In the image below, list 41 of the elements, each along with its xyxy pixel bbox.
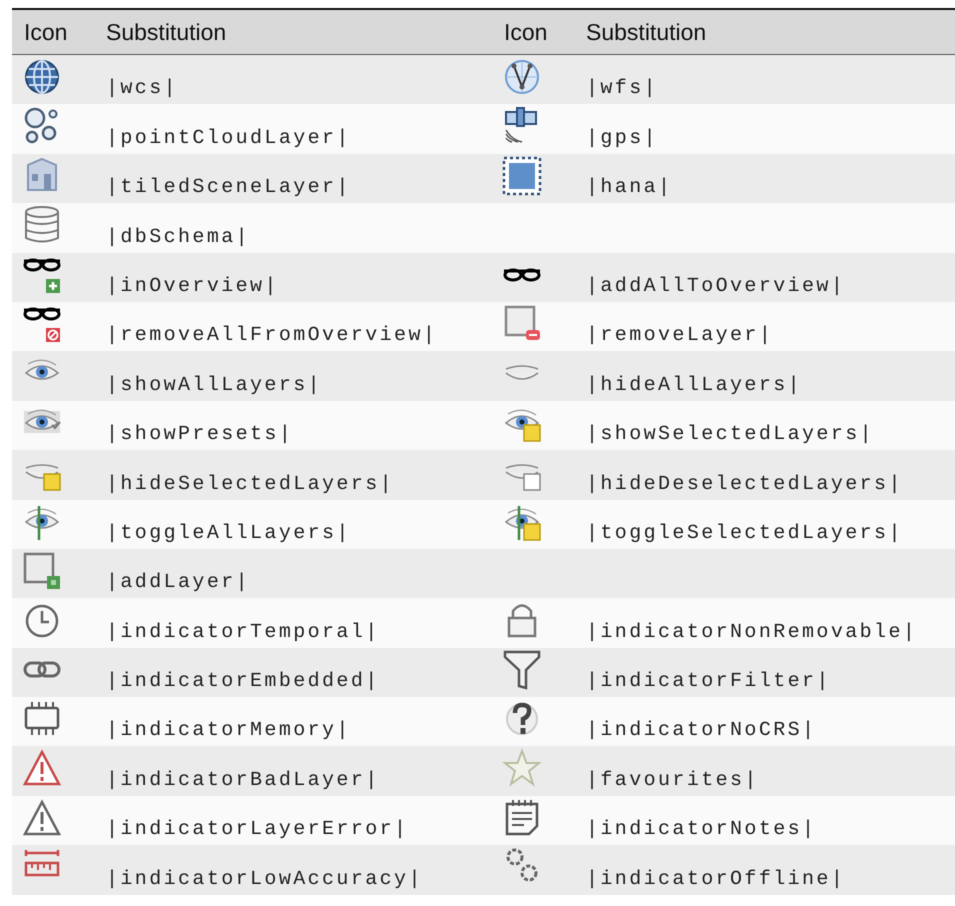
substitution-code: |toggleAllLayers|	[106, 522, 351, 545]
substitution-code: |hana|	[586, 176, 672, 200]
substitution-code: |hideDeselectedLayers|	[586, 472, 903, 496]
substitution-code: |indicatorFilter|	[586, 670, 831, 694]
substitution-code: |indicatorTemporal|	[106, 620, 380, 644]
dotted-square-icon	[502, 156, 542, 196]
substitution-code: |indicatorEmbedded|	[106, 670, 380, 694]
column-header: Substitution	[585, 18, 708, 46]
column-header: Icon	[503, 18, 548, 46]
substitution-code: |indicatorNotes|	[586, 818, 816, 842]
substitution-code: |indicatorBadLayer|	[106, 768, 380, 792]
substitution-code: |toggleSelectedLayers|	[586, 522, 903, 545]
substitution-code: |inOverview|	[106, 274, 279, 298]
substitution-code: |wfs|	[586, 77, 658, 100]
substitution-code: |dbSchema|	[106, 226, 250, 249]
substitution-code: |showAllLayers|	[106, 374, 322, 397]
warning-icon	[22, 748, 62, 788]
substitution-code: |indicatorLayerError|	[106, 818, 408, 842]
column-header: Icon	[23, 18, 68, 46]
substitution-code: |indicatorNoCRS|	[586, 719, 816, 742]
substitution-code: |indicatorMemory|	[106, 719, 351, 742]
globe-network-icon	[502, 57, 542, 97]
column-header: Substitution	[105, 18, 228, 46]
substitution-code: |indicatorNonRemovable|	[586, 620, 918, 644]
substitution-code: |gps|	[586, 126, 658, 150]
substitution-code: |pointCloudLayer|	[106, 126, 351, 150]
substitution-code: |favourites|	[586, 768, 759, 792]
substitution-code: |showPresets|	[106, 423, 294, 446]
substitution-code: |showSelectedLayers|	[586, 423, 874, 446]
substitution-code: |hideSelectedLayers|	[106, 472, 394, 496]
substitution-code: |indicatorLowAccuracy|	[106, 868, 423, 891]
substitution-code: |removeAllFromOverview|	[106, 324, 438, 348]
substitution-code: |indicatorOffline|	[586, 868, 846, 891]
substitution-code: |tiledSceneLayer|	[106, 176, 351, 200]
substitution-code: |addAllToOverview|	[586, 274, 846, 298]
substitution-code: |addLayer|	[106, 571, 250, 594]
substitution-code: |removeLayer|	[586, 324, 774, 348]
substitution-code: |hideAllLayers|	[586, 374, 802, 397]
globe-icon	[22, 57, 62, 97]
substitution-code: |wcs|	[106, 77, 178, 100]
square-plus-icon	[22, 550, 62, 591]
